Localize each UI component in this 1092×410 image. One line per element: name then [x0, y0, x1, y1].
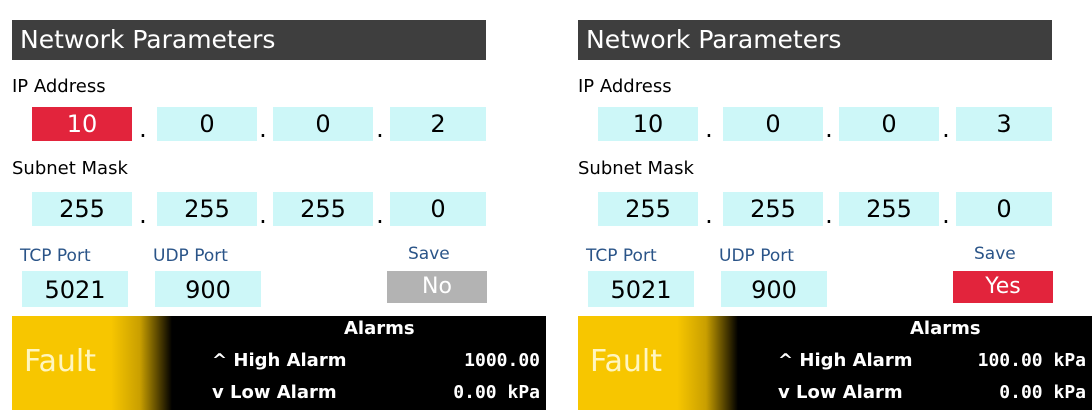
- ip-octet-3[interactable]: 0: [839, 107, 939, 141]
- subnet-octet-1[interactable]: 255: [598, 192, 698, 226]
- high-alarm-row: ^ High Alarm: [778, 350, 912, 371]
- chevron-up-icon: ^: [212, 350, 228, 371]
- ip-dot: .: [259, 115, 267, 143]
- status-bar: Fault Alarms ^ High Alarm 1000.00 v Low …: [12, 316, 546, 410]
- low-alarm-row: v Low Alarm: [778, 382, 903, 403]
- ip-octet-2[interactable]: 0: [723, 107, 823, 141]
- ip-octet-3[interactable]: 0: [273, 107, 373, 141]
- low-alarm-label: Low Alarm: [796, 382, 903, 403]
- ip-dot: .: [376, 115, 384, 143]
- subnet-octet-4[interactable]: 0: [956, 192, 1052, 226]
- high-alarm-row: ^ High Alarm: [212, 350, 346, 371]
- alarms-title: Alarms: [344, 318, 415, 339]
- tcp-port-label: TCP Port: [586, 246, 657, 266]
- subnet-octet-4[interactable]: 0: [390, 192, 486, 226]
- high-alarm-value: 100.00 kPa: [977, 350, 1086, 371]
- ip-dot: .: [705, 115, 713, 143]
- udp-port-label: UDP Port: [719, 246, 794, 266]
- ip-octet-1[interactable]: 10: [598, 107, 698, 141]
- subnet-dot: .: [139, 201, 147, 229]
- save-label: Save: [974, 244, 1016, 264]
- low-alarm-label: Low Alarm: [230, 382, 337, 403]
- fault-status-text: Fault: [590, 344, 662, 379]
- chevron-up-icon: ^: [778, 350, 794, 371]
- ip-dot: .: [942, 115, 950, 143]
- save-toggle[interactable]: Yes: [953, 271, 1053, 303]
- subnet-octet-2[interactable]: 255: [157, 192, 257, 226]
- udp-port-field[interactable]: 900: [721, 271, 827, 307]
- ip-address-label: IP Address: [578, 76, 672, 97]
- subnet-dot: .: [825, 201, 833, 229]
- high-alarm-label: High Alarm: [233, 350, 347, 371]
- subnet-octet-1[interactable]: 255: [32, 192, 132, 226]
- low-alarm-value: 0.00 kPa: [453, 382, 540, 403]
- subnet-dot: .: [705, 201, 713, 229]
- high-alarm-value: 1000.00: [464, 350, 540, 371]
- ip-octet-4[interactable]: 2: [390, 107, 486, 141]
- fault-indicator: Fault: [578, 316, 738, 410]
- low-alarm-value: 0.00 kPa: [999, 382, 1086, 403]
- chevron-down-icon: v: [778, 382, 790, 403]
- udp-port-field[interactable]: 900: [155, 271, 261, 307]
- ip-octet-2[interactable]: 0: [157, 107, 257, 141]
- subnet-mask-label: Subnet Mask: [578, 158, 694, 179]
- low-alarm-row: v Low Alarm: [212, 382, 337, 403]
- subnet-dot: .: [942, 201, 950, 229]
- network-panel-left: Network Parameters IP Address 10 . 0 . 0…: [0, 0, 546, 410]
- save-toggle[interactable]: No: [387, 271, 487, 303]
- subnet-dot: .: [376, 201, 384, 229]
- tcp-port-field[interactable]: 5021: [588, 271, 694, 307]
- ip-octet-1[interactable]: 10: [32, 107, 132, 141]
- chevron-down-icon: v: [212, 382, 224, 403]
- panel-title: Network Parameters: [12, 20, 486, 60]
- subnet-mask-label: Subnet Mask: [12, 158, 128, 179]
- subnet-octet-3[interactable]: 255: [839, 192, 939, 226]
- ip-dot: .: [825, 115, 833, 143]
- panel-title: Network Parameters: [578, 20, 1052, 60]
- subnet-octet-2[interactable]: 255: [723, 192, 823, 226]
- udp-port-label: UDP Port: [153, 246, 228, 266]
- status-bar: Fault Alarms ^ High Alarm 100.00 kPa v L…: [578, 316, 1092, 410]
- ip-address-label: IP Address: [12, 76, 106, 97]
- fault-indicator: Fault: [12, 316, 172, 410]
- subnet-octet-3[interactable]: 255: [273, 192, 373, 226]
- ip-dot: .: [139, 115, 147, 143]
- tcp-port-label: TCP Port: [20, 246, 91, 266]
- fault-status-text: Fault: [24, 344, 96, 379]
- subnet-dot: .: [259, 201, 267, 229]
- network-panel-right: Network Parameters IP Address 10 . 0 . 0…: [566, 0, 1092, 410]
- tcp-port-field[interactable]: 5021: [22, 271, 128, 307]
- save-label: Save: [408, 244, 450, 264]
- alarms-title: Alarms: [910, 318, 981, 339]
- high-alarm-label: High Alarm: [799, 350, 913, 371]
- ip-octet-4[interactable]: 3: [956, 107, 1052, 141]
